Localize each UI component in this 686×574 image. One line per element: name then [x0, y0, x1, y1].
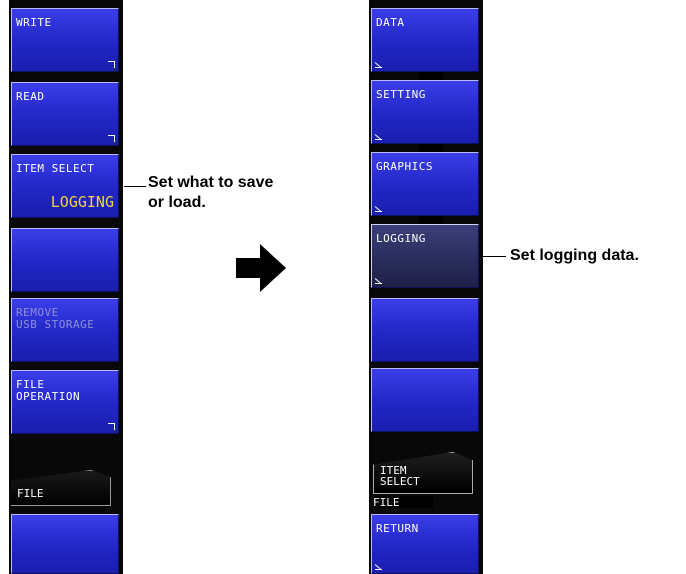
left-softkey-panel: WRITE READ ITEM SELECT LOGGING REMOVE US… [9, 0, 123, 574]
submenu-corner-icon [108, 135, 115, 142]
logging-label: LOGGING [376, 232, 426, 245]
return-softkey[interactable]: RETURN [371, 514, 479, 574]
remove-usb-label: REMOVE USB STORAGE [16, 306, 95, 331]
right-callout-leader [480, 256, 506, 257]
item-select-tab-label: ITEM SELECT [380, 464, 420, 488]
read-softkey[interactable]: READ [11, 82, 119, 146]
empty-softkey [371, 298, 479, 362]
right-arrow-icon [236, 244, 286, 292]
data-label: DATA [376, 16, 405, 29]
file-tab-label: FILE [17, 487, 44, 500]
remove-usb-softkey: REMOVE USB STORAGE [11, 298, 119, 362]
empty-softkey [11, 228, 119, 292]
graphics-softkey[interactable]: GRAPHICS [371, 152, 479, 216]
graphics-label: GRAPHICS [376, 160, 433, 173]
separator [419, 144, 443, 152]
bottom-softkey [11, 514, 119, 574]
item-select-tab[interactable]: ITEM SELECT [373, 452, 473, 494]
write-softkey[interactable]: WRITE [11, 8, 119, 72]
item-select-value: LOGGING [50, 193, 114, 211]
item-select-softkey[interactable]: ITEM SELECT LOGGING [11, 154, 119, 218]
right-callout-text: Set logging data. [510, 247, 639, 264]
read-label: READ [16, 90, 45, 103]
right-softkey-panel: DATA SETTING GRAPHICS LOGGING ITEM SELEC… [369, 0, 483, 574]
return-label: RETURN [376, 522, 419, 535]
setting-softkey[interactable]: SETTING [371, 80, 479, 144]
left-callout-text: Set what to save or load. [148, 174, 274, 211]
separator [419, 72, 443, 80]
write-label: WRITE [16, 16, 52, 29]
left-callout-leader [124, 186, 146, 187]
file-sub-label: FILE [373, 496, 433, 509]
separator [419, 216, 443, 224]
submenu-corner-icon [108, 423, 115, 430]
file-operation-label: FILE OPERATION [16, 378, 81, 403]
item-select-file-tab[interactable]: ITEM SELECT FILE [373, 452, 477, 509]
file-menu-tab[interactable]: FILE [11, 470, 111, 506]
file-operation-softkey[interactable]: FILE OPERATION [11, 370, 119, 434]
data-softkey[interactable]: DATA [371, 8, 479, 72]
logging-softkey[interactable]: LOGGING [371, 224, 479, 288]
submenu-corner-icon [108, 61, 115, 68]
item-select-label: ITEM SELECT [16, 162, 95, 175]
setting-label: SETTING [376, 88, 426, 101]
empty-softkey [371, 368, 479, 432]
